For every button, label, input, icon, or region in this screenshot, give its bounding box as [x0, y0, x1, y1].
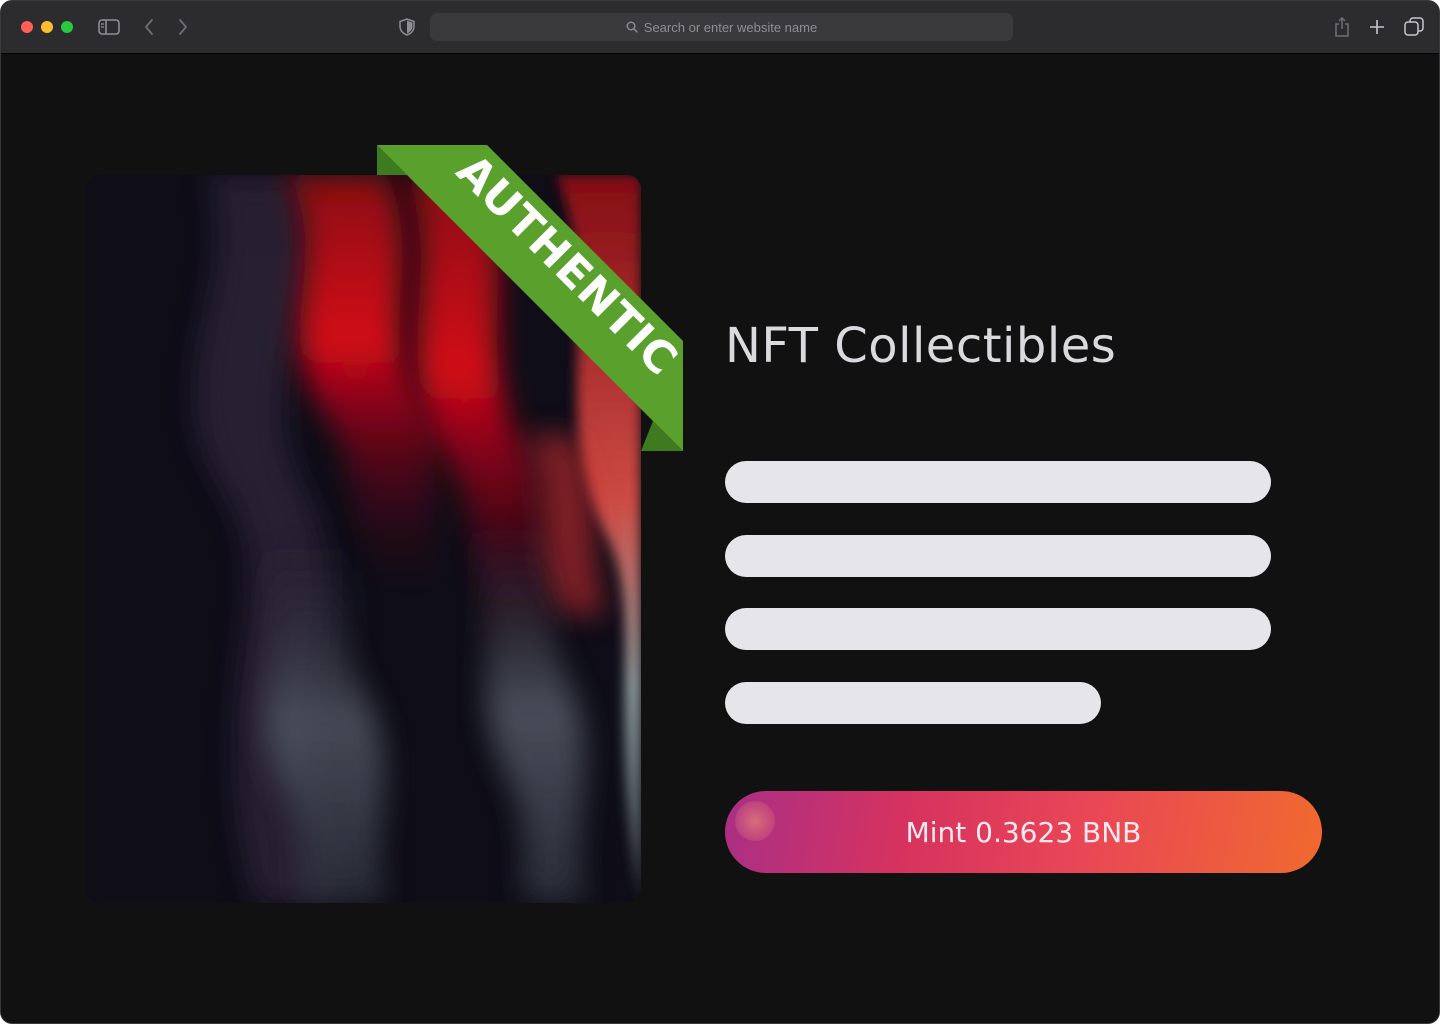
back-icon[interactable]: [137, 15, 161, 39]
maximize-window-button[interactable]: [61, 21, 73, 33]
privacy-shield-icon[interactable]: [395, 15, 419, 39]
text-placeholder-line: [725, 535, 1271, 577]
search-icon: [626, 21, 638, 33]
button-glow: [735, 801, 775, 841]
browser-toolbar: Search or enter website name: [1, 1, 1439, 54]
browser-window: Search or enter website name AUTHENTIC N…: [0, 0, 1440, 1024]
address-placeholder: Search or enter website name: [643, 19, 818, 35]
text-placeholder-line: [725, 682, 1101, 724]
tab-overview-icon[interactable]: [1402, 15, 1426, 39]
page-content: AUTHENTIC NFT Collectibles Mint 0.3623 B…: [1, 54, 1439, 1023]
close-window-button[interactable]: [21, 21, 33, 33]
page-title: NFT Collectibles: [725, 318, 1117, 374]
mint-button-label: Mint 0.3623 BNB: [905, 815, 1142, 849]
authentic-ribbon: AUTHENTIC: [377, 145, 687, 451]
text-placeholder-line: [725, 608, 1271, 650]
mint-button[interactable]: Mint 0.3623 BNB: [725, 791, 1322, 873]
forward-icon[interactable]: [171, 15, 195, 39]
new-tab-icon[interactable]: [1365, 15, 1389, 39]
minimize-window-button[interactable]: [41, 21, 53, 33]
sidebar-icon[interactable]: [97, 15, 121, 39]
address-bar[interactable]: Search or enter website name: [430, 13, 1013, 41]
text-placeholder-line: [725, 461, 1271, 503]
share-icon[interactable]: [1330, 15, 1354, 39]
